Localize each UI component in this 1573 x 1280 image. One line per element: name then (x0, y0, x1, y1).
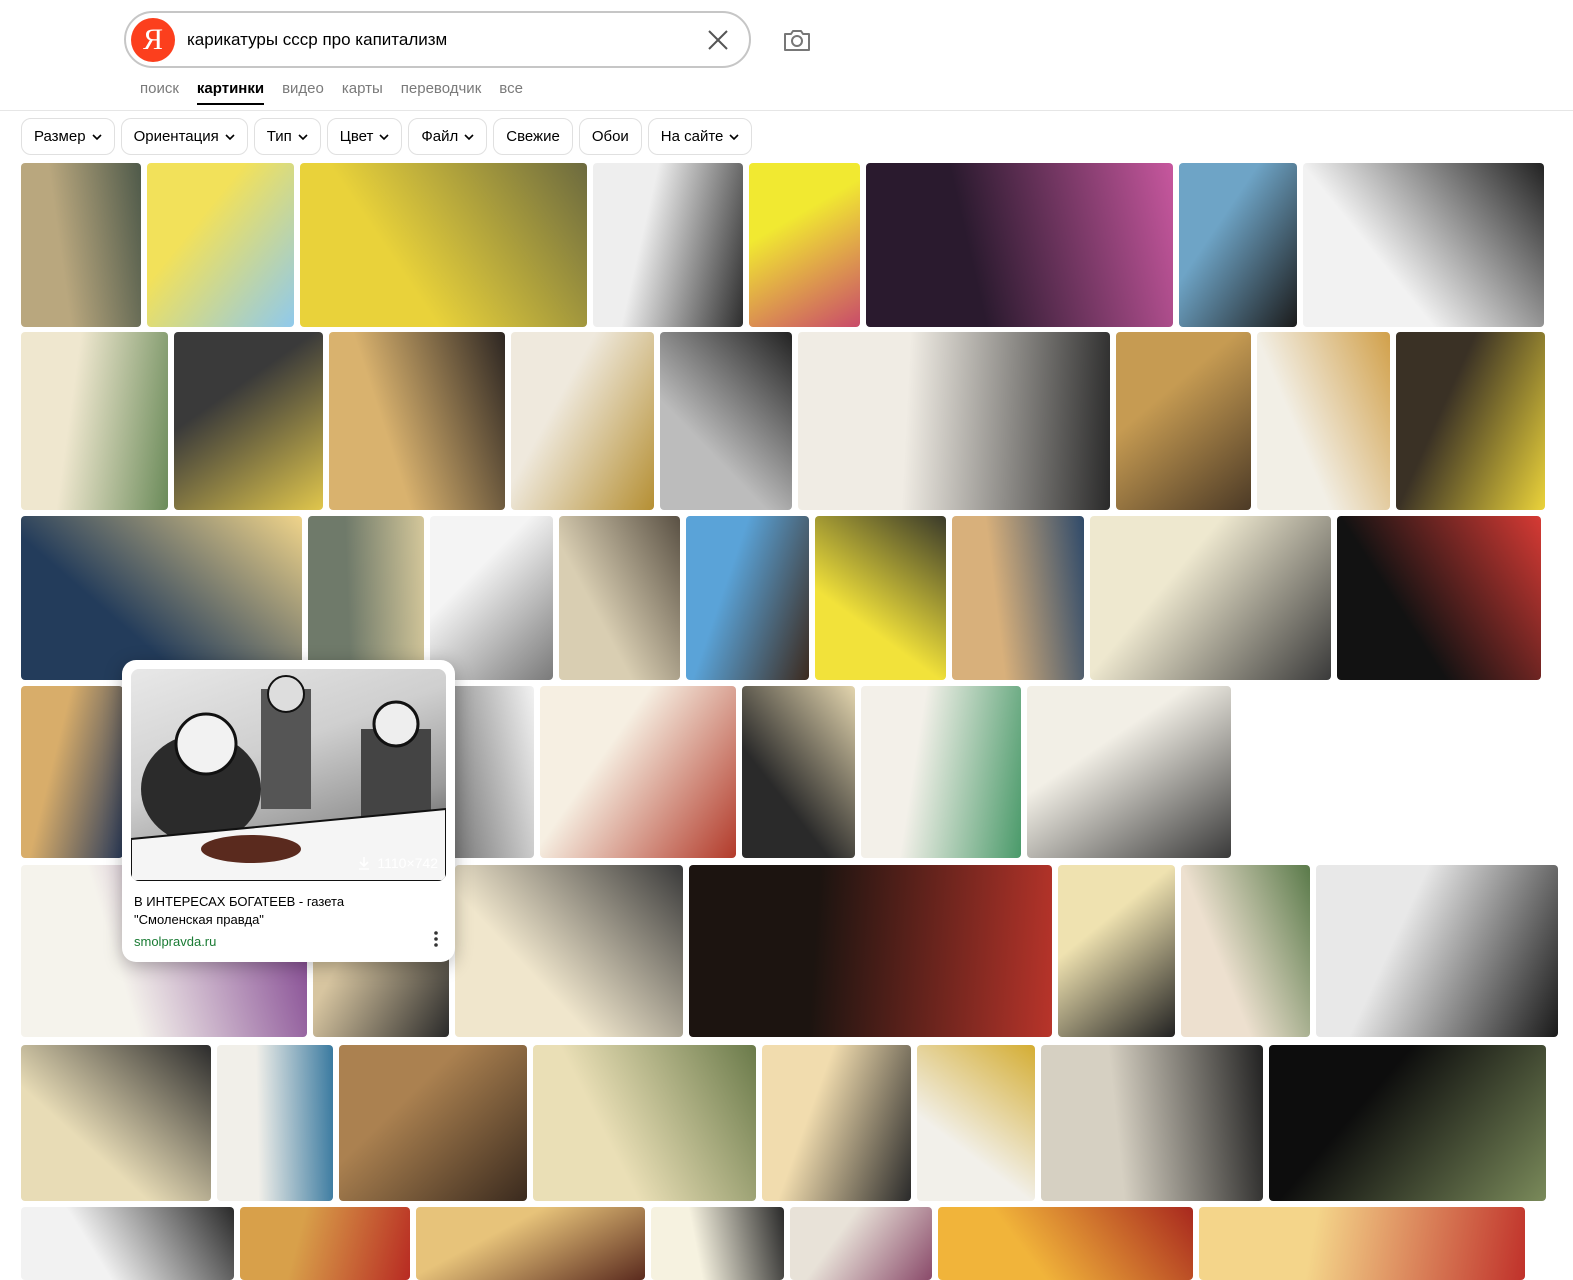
chevron-down-icon (379, 133, 389, 140)
preview-site-link[interactable]: smolpravda.ru (134, 934, 216, 949)
image-thumbnail[interactable] (742, 686, 855, 858)
filter-label: Обои (591, 128, 629, 145)
image-thumbnail[interactable] (749, 163, 860, 327)
image-thumbnail[interactable] (430, 516, 553, 680)
image-thumbnail[interactable] (1199, 1207, 1525, 1280)
image-thumbnail[interactable] (416, 1207, 645, 1280)
chevron-down-icon (91, 133, 102, 140)
image-thumbnail[interactable] (938, 1207, 1193, 1280)
more-options-icon[interactable] (433, 930, 439, 948)
filter-label: Файл (421, 128, 459, 145)
image-thumbnail[interactable] (533, 1045, 756, 1201)
filter-type[interactable]: Тип (253, 118, 321, 155)
tab-search[interactable]: поиск (140, 80, 179, 105)
image-thumbnail[interactable] (686, 516, 809, 680)
image-thumbnail[interactable] (21, 1207, 234, 1280)
image-thumbnail[interactable] (651, 1207, 784, 1280)
filter-label: Тип (266, 128, 292, 145)
image-thumbnail[interactable] (147, 163, 294, 327)
image-thumbnail[interactable] (689, 865, 1052, 1037)
filter-label: Свежие (506, 128, 560, 145)
image-thumbnail[interactable] (815, 516, 946, 680)
image-thumbnail[interactable] (866, 163, 1173, 327)
image-thumbnail[interactable] (240, 1207, 410, 1280)
image-dimensions[interactable]: 1110×742 (357, 855, 438, 871)
image-thumbnail[interactable] (308, 516, 424, 680)
image-thumbnail[interactable] (21, 516, 302, 680)
close-icon[interactable] (705, 27, 731, 53)
search-input[interactable]: карикатуры ссср про капитализм (187, 30, 447, 50)
filter-on-site[interactable]: На сайте (647, 118, 753, 155)
filter-fresh[interactable]: Свежие (493, 118, 573, 155)
camera-icon[interactable] (781, 24, 813, 56)
image-thumbnail[interactable] (1269, 1045, 1546, 1201)
image-thumbnail[interactable] (21, 163, 141, 327)
image-thumbnail[interactable] (1337, 516, 1541, 680)
tab-video[interactable]: видео (282, 80, 324, 105)
image-thumbnail[interactable] (1181, 865, 1310, 1037)
tab-all[interactable]: все (499, 80, 523, 105)
image-thumbnail[interactable] (1257, 332, 1390, 510)
tab-translator[interactable]: переводчик (401, 80, 481, 105)
image-thumbnail[interactable] (593, 163, 743, 327)
filter-label: На сайте (660, 128, 724, 145)
image-thumbnail[interactable] (21, 1045, 211, 1201)
filter-label: Размер (34, 128, 86, 145)
image-thumbnail[interactable] (217, 1045, 333, 1201)
search-box[interactable]: Я карикатуры ссср про капитализм (124, 11, 751, 68)
filter-wallpapers[interactable]: Обои (578, 118, 642, 155)
image-thumbnail[interactable] (660, 332, 792, 510)
image-thumbnail[interactable] (1116, 332, 1251, 510)
image-thumbnail[interactable] (339, 1045, 527, 1201)
image-thumbnail[interactable] (329, 332, 505, 510)
image-thumbnail[interactable] (1316, 865, 1558, 1037)
image-thumbnail[interactable] (540, 686, 736, 858)
dimensions-text: 1110×742 (377, 855, 438, 871)
image-thumbnail[interactable] (798, 332, 1110, 510)
image-thumbnail[interactable] (559, 516, 680, 680)
image-thumbnail[interactable] (1058, 865, 1175, 1037)
chevron-down-icon (464, 133, 474, 140)
image-thumbnail[interactable] (174, 332, 323, 510)
filter-bar: Размер Ориентация Тип Цвет Файл Свежие О… (21, 118, 753, 155)
image-thumbnail[interactable] (21, 686, 123, 858)
chevron-down-icon (729, 133, 739, 140)
filter-orientation[interactable]: Ориентация (120, 118, 248, 155)
image-thumbnail[interactable] (455, 865, 683, 1037)
image-thumbnail[interactable] (1179, 163, 1297, 327)
chevron-down-icon (298, 133, 308, 140)
image-thumbnail[interactable] (1090, 516, 1331, 680)
download-icon (359, 857, 370, 870)
tab-maps[interactable]: карты (342, 80, 383, 105)
yandex-logo[interactable]: Я (131, 18, 175, 62)
preview-image[interactable]: 1110×742 (131, 669, 446, 881)
chevron-down-icon (225, 133, 235, 140)
image-thumbnail[interactable] (1027, 686, 1231, 858)
filter-size[interactable]: Размер (21, 118, 115, 155)
filter-file[interactable]: Файл (408, 118, 488, 155)
filter-label: Ориентация (133, 128, 219, 145)
image-thumbnail[interactable] (952, 516, 1084, 680)
filter-color[interactable]: Цвет (326, 118, 403, 155)
preview-title[interactable]: В ИНТЕРЕСАХ БОГАТЕЕВ - газета "Смоленска… (134, 893, 414, 929)
image-thumbnail[interactable] (917, 1045, 1035, 1201)
image-thumbnail[interactable] (861, 686, 1021, 858)
image-thumbnail[interactable] (762, 1045, 911, 1201)
tab-images[interactable]: картинки (196, 80, 265, 105)
image-thumbnail[interactable] (511, 332, 654, 510)
search-tabs: поиск картинки видео карты переводчик вс… (140, 80, 541, 105)
preview-illustration (131, 675, 446, 881)
image-thumbnail[interactable] (21, 332, 168, 510)
header: Я карикатуры ссср про капитализм поиск к… (0, 0, 1573, 111)
image-thumbnail[interactable] (300, 163, 587, 327)
image-thumbnail[interactable] (1396, 332, 1545, 510)
image-thumbnail[interactable] (790, 1207, 932, 1280)
image-preview-card[interactable]: 1110×742 В ИНТЕРЕСАХ БОГАТЕЕВ - газета "… (122, 660, 455, 962)
image-thumbnail[interactable] (1303, 163, 1544, 327)
image-thumbnail[interactable] (1041, 1045, 1263, 1201)
filter-label: Цвет (339, 128, 374, 145)
